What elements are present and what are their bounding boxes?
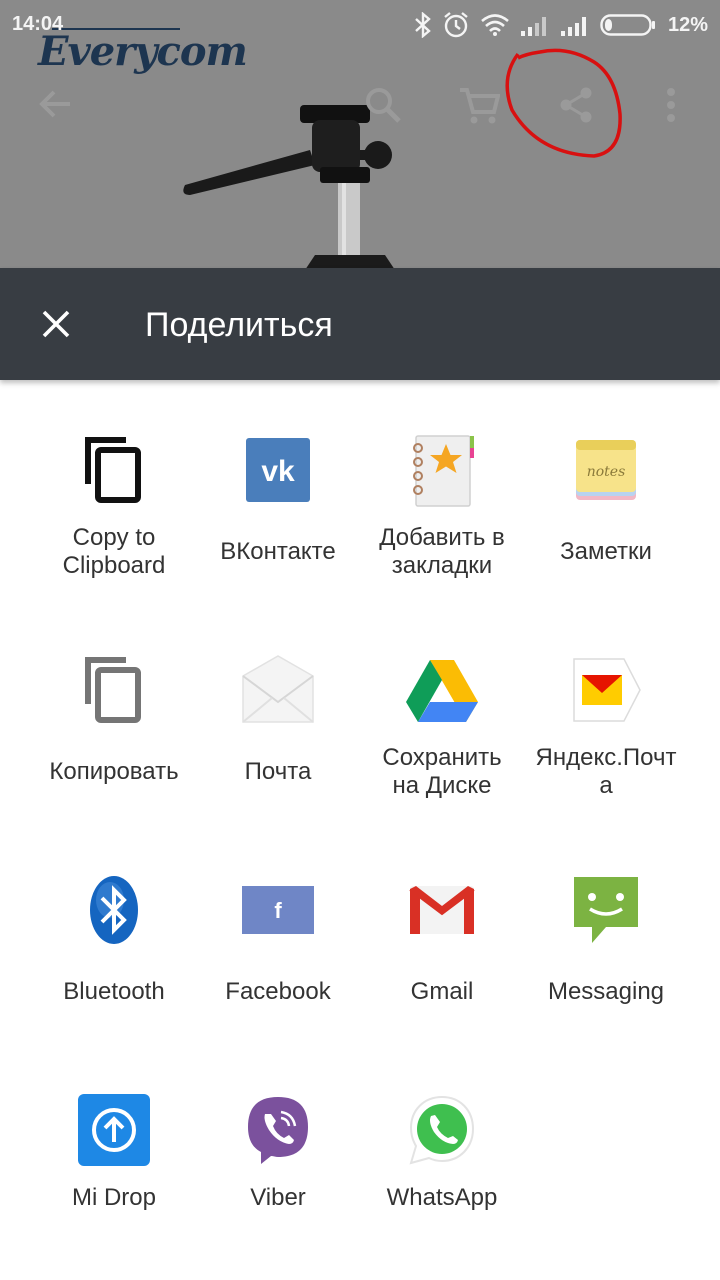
share-target-yandex-mail[interactable]: Яндекс.Почт а (524, 600, 688, 820)
bookmark-notebook-icon (402, 430, 482, 510)
search-icon (366, 88, 401, 123)
facebook-icon: f (238, 870, 318, 950)
share-target-mi-drop[interactable]: Mi Drop (32, 1040, 196, 1260)
bluetooth-status-icon (415, 12, 431, 38)
share-target-mail[interactable]: Почта (196, 600, 360, 820)
share-target-label: Mi Drop (71, 1184, 156, 1211)
yandex-mail-icon (566, 650, 646, 730)
share-target-label: Bluetooth (63, 978, 165, 1005)
close-icon (42, 310, 70, 338)
share-target-label: Добавить в закладки (379, 524, 505, 579)
mi-drop-icon (74, 1090, 154, 1170)
viber-icon (238, 1090, 318, 1170)
share-target-label: Сохранить на Диске (382, 744, 502, 799)
cart-icon (460, 88, 500, 124)
alarm-icon (444, 12, 468, 38)
share-target-gmail[interactable]: Gmail (360, 820, 524, 1040)
mail-envelope-icon (238, 650, 318, 730)
svg-text:notes: notes (587, 464, 626, 480)
share-target-label: Яндекс.Почт а (535, 744, 677, 799)
back-arrow-icon (39, 90, 70, 118)
share-sheet-title: Поделиться (145, 306, 333, 344)
share-target-label: Copy to Clipboard (62, 524, 166, 579)
share-target-label: Messaging (547, 978, 665, 1005)
share-target-label: Gmail (410, 978, 474, 1005)
status-bar: 14:04 12% (0, 0, 720, 50)
background-app: Everycom 14:04 12% (0, 0, 720, 268)
share-target-vkontakte[interactable]: vk ВКонтакте (196, 380, 360, 600)
messaging-icon (566, 870, 646, 950)
share-target-label: Viber (250, 1184, 306, 1211)
svg-text:vk: vk (261, 455, 295, 488)
share-target-copy-to-clipboard[interactable]: Copy to Clipboard (32, 380, 196, 600)
share-target-messaging[interactable]: Messaging (524, 820, 688, 1040)
signal-icon-1 (520, 17, 546, 36)
share-target-label: Facebook (225, 978, 331, 1005)
share-target-whatsapp[interactable]: WhatsApp (360, 1040, 524, 1260)
status-time: 14:04 (12, 13, 64, 35)
share-target-label: Заметки (560, 538, 652, 565)
share-target-copy[interactable]: Копировать (32, 600, 196, 820)
share-target-label: ВКонтакте (220, 538, 336, 565)
red-annotation-circle (505, 48, 622, 158)
google-drive-icon (402, 650, 482, 730)
vk-icon: vk (238, 430, 318, 510)
share-target-add-bookmark[interactable]: Добавить в закладки (360, 380, 524, 600)
copy-icon (74, 650, 154, 730)
more-vert-icon (667, 88, 675, 122)
status-icons: 12% (414, 10, 708, 40)
signal-icon-2 (560, 17, 586, 36)
notes-icon: notes (566, 430, 646, 510)
whatsapp-icon (402, 1090, 482, 1170)
share-target-label: Почта (244, 758, 312, 785)
share-target-bluetooth[interactable]: Bluetooth (32, 820, 196, 1040)
close-button[interactable] (30, 298, 82, 350)
svg-text:f: f (274, 898, 282, 923)
share-sheet-header: Поделиться (0, 268, 720, 380)
battery-icon (600, 14, 655, 36)
battery-percent: 12% (667, 13, 708, 36)
share-target-label: Копировать (49, 758, 179, 785)
share-target-google-drive[interactable]: Сохранить на Диске (360, 600, 524, 820)
bluetooth-icon (74, 870, 154, 950)
share-target-notes[interactable]: notes Заметки (524, 380, 688, 600)
wifi-icon (481, 14, 509, 36)
copy-clipboard-icon (74, 430, 154, 510)
share-target-viber[interactable]: Viber (196, 1040, 360, 1260)
gmail-icon (402, 870, 482, 950)
share-target-facebook[interactable]: f Facebook (196, 820, 360, 1040)
share-target-label: WhatsApp (386, 1184, 498, 1211)
